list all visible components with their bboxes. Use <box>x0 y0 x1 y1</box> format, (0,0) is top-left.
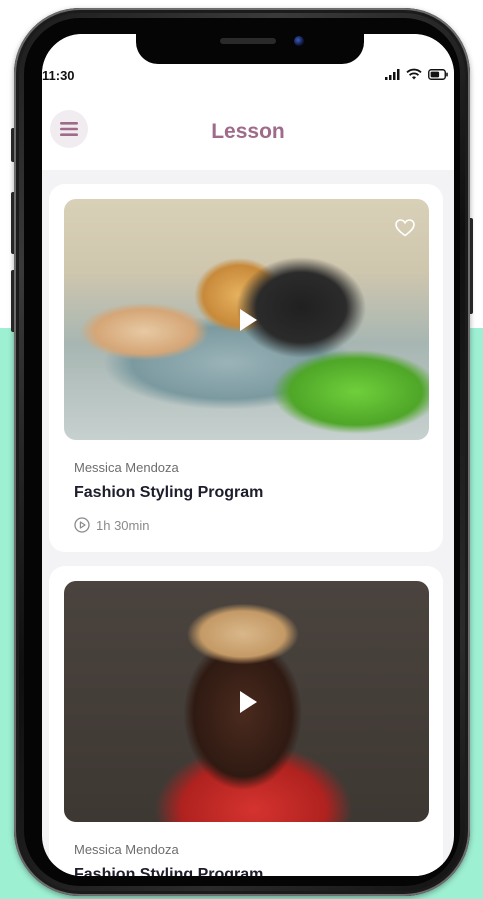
play-icon[interactable] <box>232 687 262 717</box>
phone-camera <box>294 36 304 46</box>
lesson-title[interactable]: Fashion Styling Program <box>74 866 263 876</box>
cellular-signal-icon <box>385 68 400 80</box>
lesson-author: Messica Mendoza <box>74 842 179 857</box>
page: 11:30 Lesson Messica Mendoza Fashion Sty… <box>0 0 483 899</box>
battery-icon <box>428 68 448 80</box>
lesson-duration-text: 1h 30min <box>96 517 150 533</box>
lesson-duration: 1h 30min <box>74 517 149 533</box>
play-icon[interactable] <box>232 305 262 335</box>
lesson-card[interactable]: Messica Mendoza Fashion Styling Program <box>49 566 443 876</box>
status-icons <box>385 68 448 80</box>
phone-screen: 11:30 Lesson Messica Mendoza Fashion Sty… <box>42 34 454 876</box>
play-circle-icon <box>74 517 90 533</box>
lesson-card[interactable]: Messica Mendoza Fashion Styling Program … <box>49 184 443 552</box>
lesson-thumbnail[interactable] <box>64 199 429 440</box>
lesson-title[interactable]: Fashion Styling Program <box>74 484 263 502</box>
phone-notch <box>136 34 364 64</box>
status-time: 11:30 <box>42 68 75 83</box>
app-header: Lesson <box>42 88 454 170</box>
heart-icon[interactable] <box>395 219 415 237</box>
phone-speaker <box>220 38 276 44</box>
page-title: Lesson <box>211 120 285 143</box>
wifi-icon <box>406 68 422 80</box>
lesson-thumbnail[interactable] <box>64 581 429 822</box>
lesson-author: Messica Mendoza <box>74 460 179 475</box>
